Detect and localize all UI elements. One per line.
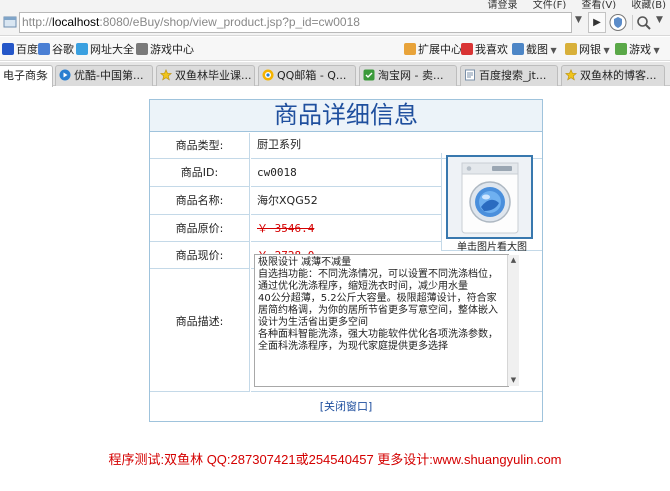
- fav-games[interactable]: 游戏 ▼: [615, 42, 660, 58]
- original-price-value: ￥ 3546.4: [257, 222, 315, 235]
- baidu-paw-icon: [2, 43, 14, 55]
- heart-icon: [461, 43, 473, 55]
- game-icon: [615, 43, 627, 55]
- menu-view[interactable]: 查看(V): [581, 0, 616, 9]
- product-image-cell: 单击图片看大图: [441, 153, 542, 253]
- directory-icon: [76, 43, 88, 55]
- play-icon: [59, 69, 71, 81]
- tab-qq-mail[interactable]: QQ邮箱 - Q...: [258, 65, 356, 86]
- tab-ecommerce[interactable]: 电子商务 ×: [0, 65, 53, 87]
- product-id-label: 商品ID:: [150, 159, 250, 187]
- product-detail-panel: 商品详细信息 商品类型: 厨卫系列 商品ID: cw0018 商品名称: 海尔X…: [149, 99, 543, 422]
- url-input[interactable]: http://localhost:8080/eBuy/shop/view_pro…: [19, 12, 572, 33]
- page-title: 商品详细信息: [150, 100, 542, 132]
- fav-screenshot[interactable]: 截图 ▼: [512, 42, 557, 58]
- top-menu: 请登录 文件(F) 查看(V) 收藏(B): [476, 0, 666, 9]
- top-menu-strip: 请登录 文件(F) 查看(V) 收藏(B): [0, 0, 670, 9]
- url-scheme: http://: [22, 15, 53, 29]
- page-icon: [465, 69, 475, 81]
- description-label: 商品描述:: [150, 251, 250, 392]
- tab-youku[interactable]: 优酷-中国第...: [55, 65, 153, 86]
- go-button[interactable]: ▶: [588, 12, 606, 33]
- search-icon[interactable]: [636, 15, 652, 31]
- toolbar-divider: [632, 15, 633, 30]
- scissors-icon: [512, 43, 524, 55]
- scroll-up-icon[interactable]: ▲: [508, 255, 519, 266]
- qq-mail-icon: [262, 69, 274, 81]
- product-name-label: 商品名称:: [150, 187, 250, 215]
- tab-shuangyulin-blog[interactable]: 双鱼林的博客...: [561, 65, 665, 86]
- description-scrollbar[interactable]: ▲ ▼: [507, 255, 519, 386]
- favorites-bar: 百度 谷歌 网址大全 游戏中心 扩展中心 我喜欢 截图 ▼ 网银 ▼ 游戏 ▼: [0, 37, 670, 61]
- fav-my-likes[interactable]: 我喜欢: [461, 42, 508, 58]
- menu-favorites[interactable]: 收藏(B): [631, 0, 666, 9]
- login-link[interactable]: 请登录: [488, 0, 518, 9]
- category-label: 商品类型:: [150, 133, 250, 159]
- star-icon: [565, 69, 577, 81]
- fav-baidu[interactable]: 百度: [2, 42, 38, 58]
- fav-url-directory[interactable]: 网址大全: [76, 42, 134, 58]
- tab-baidu-search[interactable]: 百度搜索_jt...: [460, 65, 558, 86]
- taobao-icon: [363, 69, 375, 81]
- fav-extensions[interactable]: 扩展中心: [404, 42, 462, 58]
- search-dropdown-icon[interactable]: ▼: [656, 15, 663, 25]
- page-content: 商品详细信息 商品类型: 厨卫系列 商品ID: cw0018 商品名称: 海尔X…: [0, 87, 670, 491]
- star-icon: [160, 69, 172, 81]
- product-name-value: 海尔XQG52: [251, 187, 441, 215]
- address-bar: http://localhost:8080/eBuy/shop/view_pro…: [0, 9, 670, 36]
- description-cell: 极限设计 减薄不减量 自选挡功能：不同洗涤情况，可以设置不同洗涤档位，通过优化洗…: [251, 251, 542, 392]
- bank-icon: [565, 43, 577, 55]
- url-path: :8080/eBuy/shop/view_product.jsp?p_id=cw…: [99, 15, 360, 29]
- scroll-down-icon[interactable]: ▼: [508, 375, 519, 386]
- tab-shuangyulin-course[interactable]: 双鱼林毕业课...: [156, 65, 255, 86]
- product-image[interactable]: [446, 155, 533, 239]
- footer-credits: 程序测试:双鱼林 QQ:287307421或254540457 更多设计:www…: [108, 452, 562, 467]
- puzzle-icon: [404, 43, 416, 55]
- fav-online-bank[interactable]: 网银 ▼: [565, 42, 610, 58]
- product-id-value: cw0018: [251, 159, 441, 187]
- tab-taobao[interactable]: 淘宝网 - 卖...: [359, 65, 457, 86]
- washing-machine-image: [448, 157, 531, 237]
- url-dropdown-icon[interactable]: ▼: [575, 15, 582, 25]
- google-icon: [38, 43, 50, 55]
- description-textarea[interactable]: 极限设计 减薄不减量 自选挡功能：不同洗涤情况，可以设置不同洗涤档位，通过优化洗…: [254, 254, 509, 387]
- page-globe-icon: [3, 16, 17, 28]
- original-price-label: 商品原价:: [150, 215, 250, 242]
- shield-icon[interactable]: [608, 13, 628, 32]
- original-price-cell: ￥ 3546.4: [251, 215, 441, 242]
- close-window-link[interactable]: [关闭窗口]: [150, 393, 542, 421]
- tab-close-icon[interactable]: ×: [40, 66, 49, 85]
- gamepad-icon: [136, 43, 148, 55]
- menu-file[interactable]: 文件(F): [533, 0, 567, 9]
- fav-google[interactable]: 谷歌: [38, 42, 74, 58]
- fav-game-center[interactable]: 游戏中心: [136, 42, 194, 58]
- tab-bar: 电子商务 × 优酷-中国第... 双鱼林毕业课... QQ邮箱 - Q... 淘…: [0, 62, 670, 87]
- url-host: localhost: [52, 15, 100, 29]
